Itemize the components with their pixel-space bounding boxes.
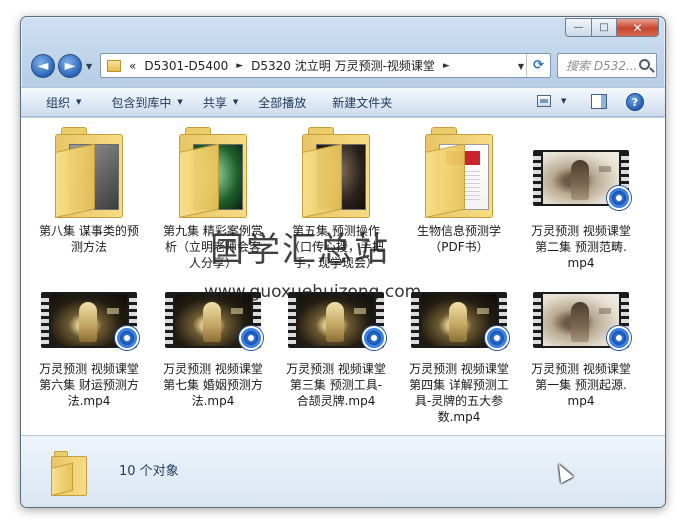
refresh-icon: ⟳ (533, 58, 544, 73)
media-player-icon (115, 326, 139, 350)
maximize-button[interactable]: □ (591, 18, 616, 37)
chevron-down-icon: ▼ (177, 98, 183, 106)
new-folder-button[interactable]: 新建文件夹 (332, 94, 406, 111)
share-label: 共享 (202, 95, 227, 110)
video-item[interactable]: 万灵预测 视频课堂 第六集 财运预测方法.mp4 (39, 286, 139, 409)
folder-item[interactable]: 第八集 谋事类的预测方法 (39, 122, 139, 255)
item-label: 万灵预测 视频课堂 第七集 婚姻预测方法.mp4 (163, 362, 263, 408)
breadcrumb-separator-icon[interactable]: ► (443, 61, 450, 71)
address-bar[interactable]: « D5301-D5400 ► D5320 沈立明 万灵预测-视频课堂 ► ▼ … (100, 53, 551, 78)
back-arrow-icon: ◄ (37, 58, 49, 74)
change-view-button[interactable] (537, 95, 551, 107)
organize-menu[interactable]: 组织 ▼ (46, 94, 95, 111)
item-count: 10 个对象 (119, 464, 179, 479)
item-label: 万灵预测 视频课堂 第一集 预测起源.mp4 (531, 362, 631, 408)
minimize-button[interactable]: — (565, 18, 591, 37)
share-menu[interactable]: 共享 ▼ (203, 94, 252, 111)
play-all-button[interactable]: 全部播放 (258, 94, 320, 111)
video-item[interactable]: 万灵预测 视频课堂 第三集 预测工具-合颉灵牌.mp4 (286, 286, 386, 409)
media-player-icon (239, 326, 263, 350)
help-button[interactable]: ? (626, 93, 644, 111)
video-thumbnail (39, 286, 139, 358)
media-player-icon (607, 186, 631, 210)
folder-icon (409, 122, 509, 220)
folder-icon (39, 122, 139, 220)
search-icon (639, 59, 650, 70)
watermark-url: www.guoxuehuizong.com (204, 282, 422, 302)
media-player-icon (607, 326, 631, 350)
help-icon: ? (631, 95, 639, 109)
video-thumbnail (409, 286, 509, 358)
folder-icon (51, 450, 91, 496)
back-button[interactable]: ◄ (31, 54, 55, 78)
chevron-down-icon: ▼ (232, 98, 239, 106)
breadcrumb-segment[interactable]: D5320 沈立明 万灵预测-视频课堂 (251, 57, 435, 74)
folder-icon (163, 122, 263, 220)
item-label: 万灵预测 视频课堂 第六集 财运预测方法.mp4 (39, 362, 139, 408)
include-in-library-label: 包含到库中 (111, 95, 172, 110)
refresh-button[interactable]: ⟳ (526, 54, 550, 77)
forward-arrow-icon: ► (64, 58, 76, 74)
folder-item[interactable]: 生物信息预测学（PDF书） (409, 122, 509, 255)
include-in-library-menu[interactable]: 包含到库中 ▼ (111, 94, 196, 111)
organize-label: 组织 (46, 95, 71, 110)
video-item[interactable]: 万灵预测 视频课堂 第二集 预测范畴.mp4 (531, 122, 631, 271)
close-button[interactable]: ✕ (616, 18, 659, 37)
search-input[interactable]: 搜索 D532... (566, 57, 636, 74)
command-bar: 组织 ▼ 包含到库中 ▼ 共享 ▼ 全部播放 新建文件夹 ▼ ? (21, 87, 665, 117)
forward-button[interactable]: ► (58, 54, 82, 78)
video-thumbnail (531, 122, 631, 220)
watermark-title: 国学汇总站 (210, 230, 390, 270)
search-box[interactable]: 搜索 D532... (557, 53, 657, 78)
preview-pane-button[interactable] (591, 94, 607, 109)
navigation-bar: ◄ ► ▼ « D5301-D5400 ► D5320 沈立明 万灵预测-视频课… (21, 50, 665, 82)
video-item[interactable]: 万灵预测 视频课堂 第一集 预测起源.mp4 (531, 286, 631, 409)
address-dropdown-icon[interactable]: ▼ (518, 62, 524, 71)
folder-icon (286, 122, 386, 220)
media-player-icon (362, 326, 386, 350)
video-item[interactable]: 万灵预测 视频课堂 第四集 详解预测工具-灵牌的五大参数.mp4 (409, 286, 509, 425)
caption-buttons: — □ ✕ (565, 18, 659, 37)
item-label: 万灵预测 视频课堂 第四集 详解预测工具-灵牌的五大参数.mp4 (409, 362, 509, 424)
play-all-label: 全部播放 (258, 95, 307, 110)
item-label: 第八集 谋事类的预测方法 (39, 224, 139, 254)
breadcrumb-segment[interactable]: D5301-D5400 (144, 59, 228, 73)
file-list: 第八集 谋事类的预测方法 第九集 精彩案例赏析（立明老师会客人分享） 第五集 预… (21, 118, 665, 435)
video-thumbnail (531, 286, 631, 358)
breadcrumb: « D5301-D5400 ► D5320 沈立明 万灵预测-视频课堂 ► (129, 57, 458, 74)
media-player-icon (485, 326, 509, 350)
folder-icon (107, 59, 121, 72)
new-folder-label: 新建文件夹 (332, 95, 393, 110)
item-label: 万灵预测 视频课堂 第三集 预测工具-合颉灵牌.mp4 (286, 362, 386, 408)
item-label: 生物信息预测学（PDF书） (416, 224, 501, 254)
view-options-dropdown-icon[interactable]: ▼ (561, 97, 566, 105)
chevron-down-icon: ▼ (76, 98, 82, 106)
breadcrumb-separator-icon[interactable]: ► (236, 61, 243, 71)
recent-pages-dropdown[interactable]: ▼ (86, 62, 92, 71)
breadcrumb-overflow[interactable]: « (129, 59, 136, 73)
video-item[interactable]: 万灵预测 视频课堂 第七集 婚姻预测方法.mp4 (163, 286, 263, 409)
item-label: 万灵预测 视频课堂 第二集 预测范畴.mp4 (531, 224, 631, 270)
